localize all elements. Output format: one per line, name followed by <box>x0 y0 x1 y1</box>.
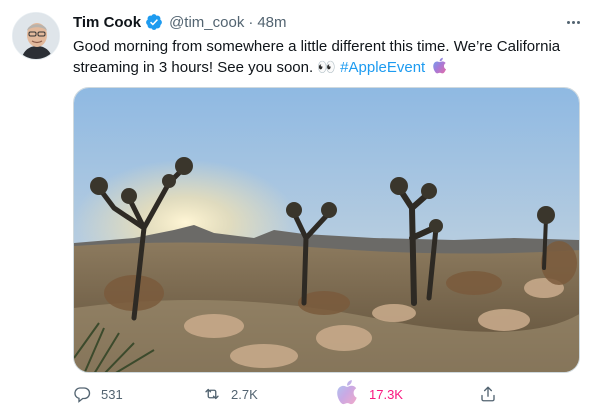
tweet-text-body: Good morning from somewhere a little dif… <box>73 38 561 76</box>
share-icon <box>481 386 495 402</box>
tweet-header: Tim Cook @tim_cook · 48m <box>73 12 287 32</box>
avatar[interactable] <box>12 12 60 60</box>
more-horizontal-icon <box>566 20 570 24</box>
author-name[interactable]: Tim Cook <box>73 14 141 31</box>
separator-dot: · <box>248 13 254 31</box>
more-options-button[interactable] <box>563 14 583 30</box>
apple-like-icon <box>337 380 357 405</box>
verified-badge-icon <box>145 13 163 31</box>
tweet[interactable]: Tim Cook @tim_cook · 48m Good morning fr… <box>0 0 597 412</box>
reply-button[interactable]: 531 <box>73 382 123 406</box>
share-button[interactable] <box>479 382 497 406</box>
tweet-photo[interactable] <box>73 87 580 373</box>
tweet-timestamp[interactable]: 48m <box>257 14 286 31</box>
retweet-button[interactable]: 2.7K <box>203 382 258 406</box>
reply-count: 531 <box>101 386 123 402</box>
author-handle[interactable]: @tim_cook <box>169 14 244 31</box>
retweet-icon <box>205 388 219 400</box>
tweet-actions: 531 2.7K 17.3K <box>73 380 573 406</box>
apple-hashflag-icon <box>433 57 447 74</box>
reply-icon <box>74 387 91 403</box>
like-button[interactable]: 17.3K <box>333 380 403 406</box>
hashtag-link[interactable]: #AppleEvent <box>340 59 425 76</box>
tweet-text: Good morning from somewhere a little dif… <box>73 36 573 78</box>
retweet-count: 2.7K <box>231 386 258 402</box>
like-count: 17.3K <box>369 386 403 402</box>
